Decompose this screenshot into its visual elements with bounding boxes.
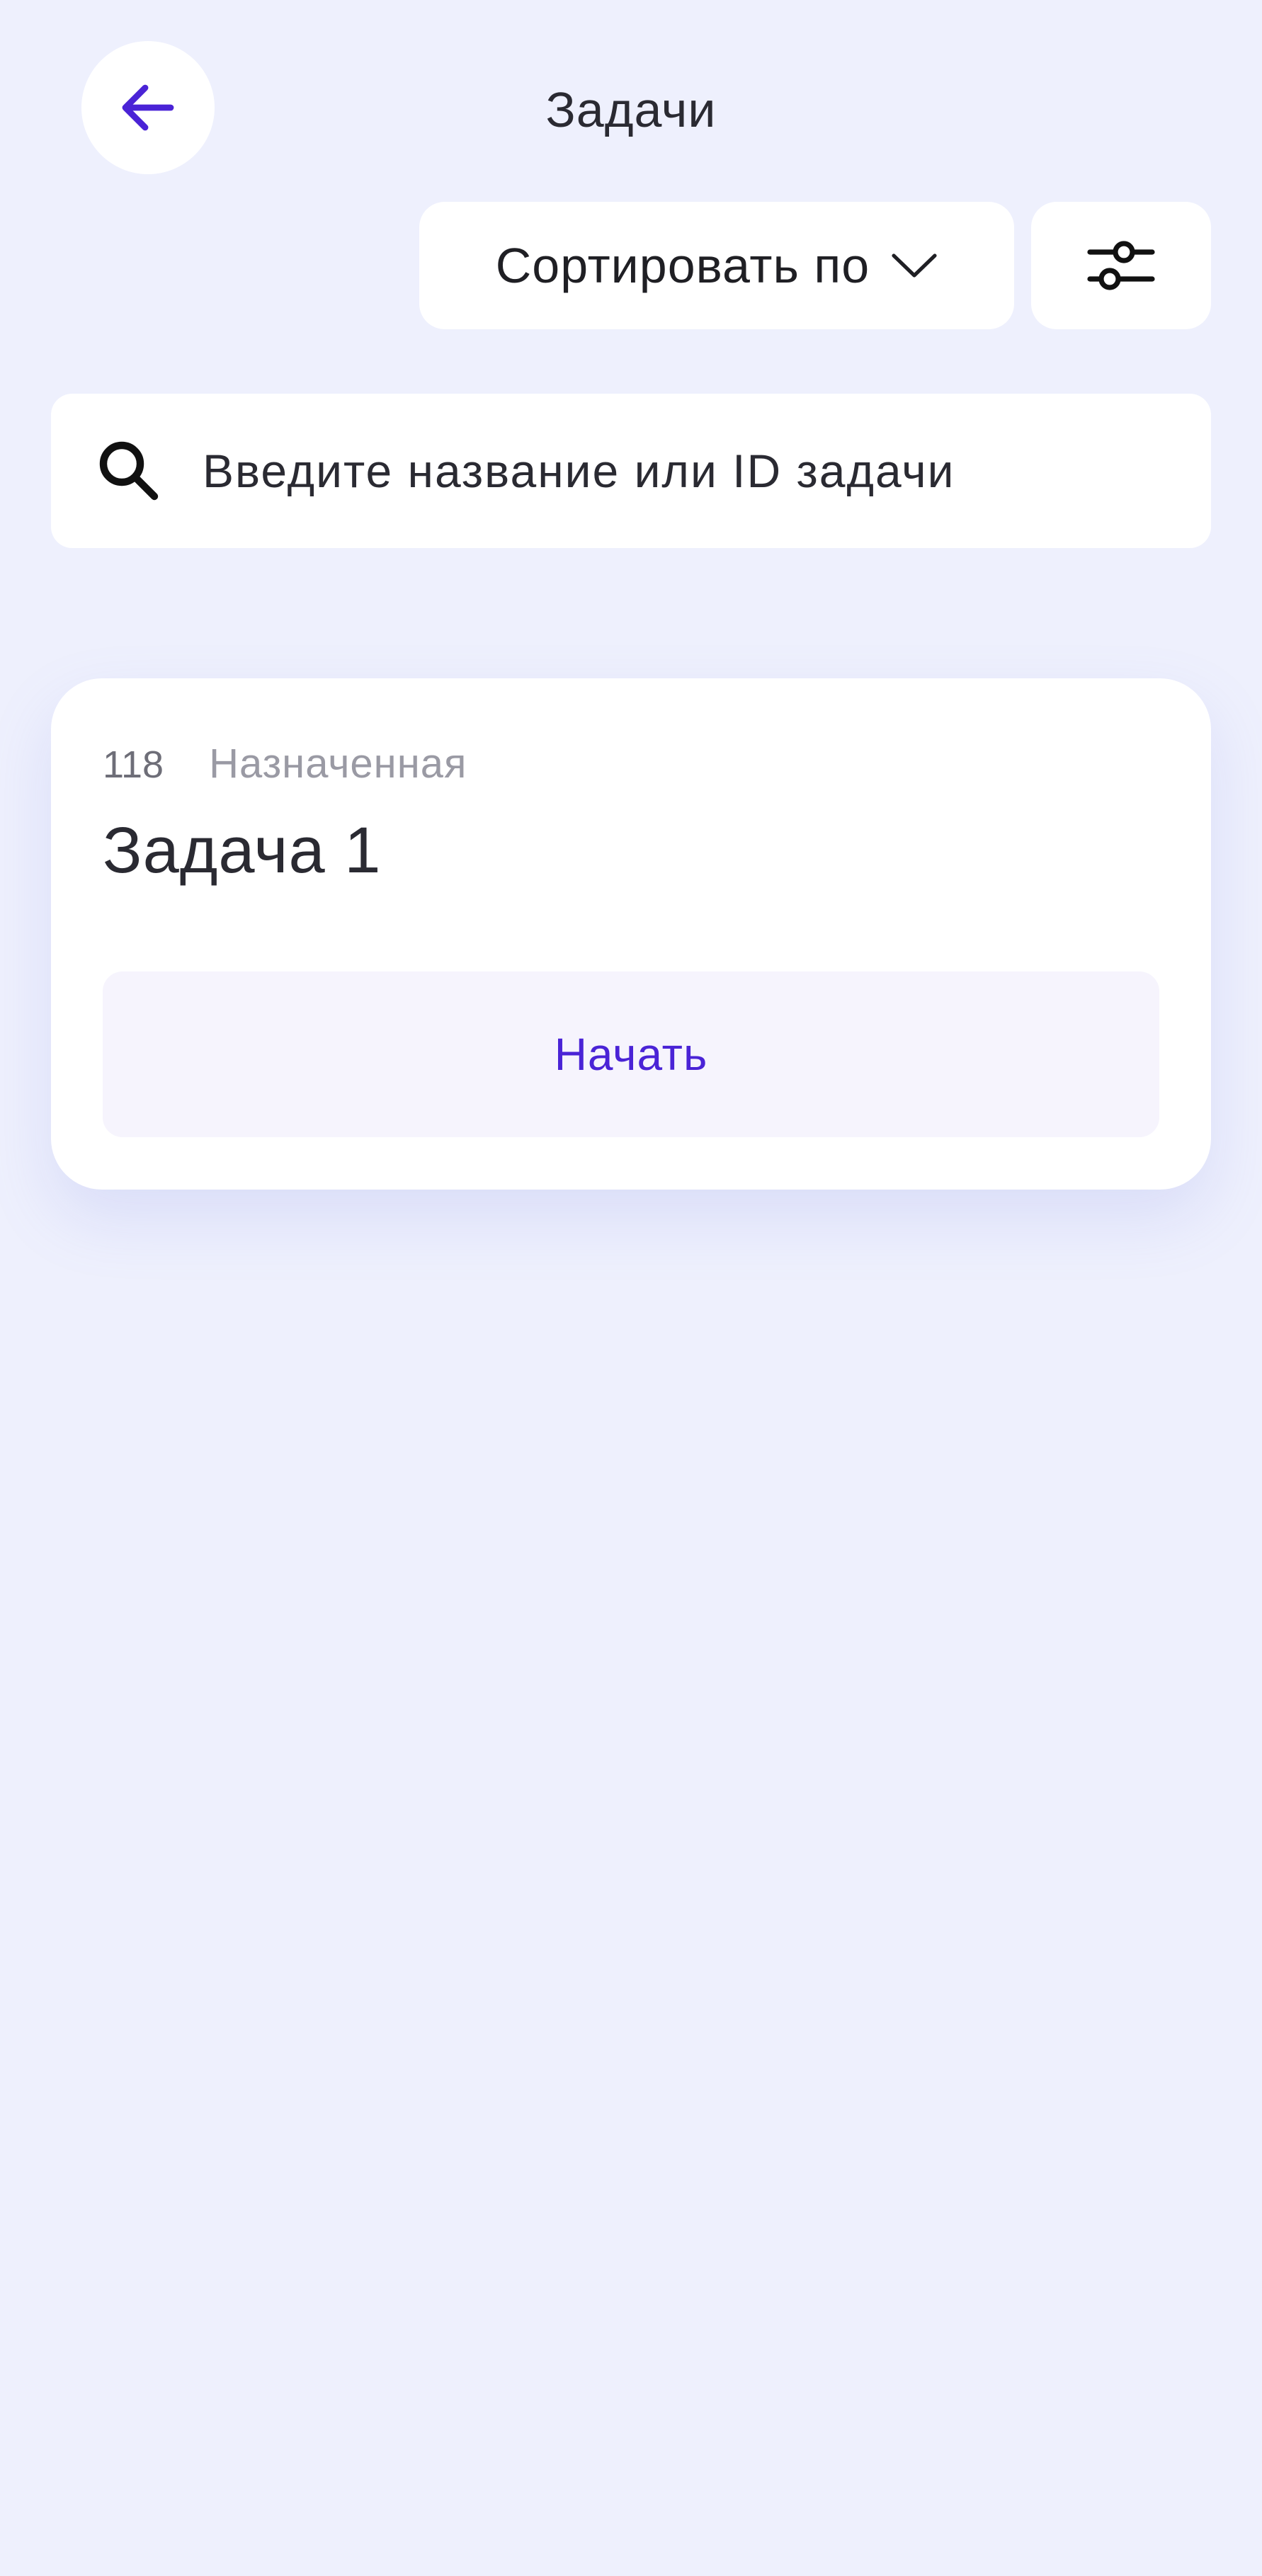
sort-button-label: Сортировать по <box>495 238 870 293</box>
task-card: 118 Назначенная Задача 1 Начать <box>51 678 1211 1190</box>
filter-button[interactable] <box>1031 202 1211 329</box>
task-id: 118 <box>103 743 164 786</box>
task-meta: 118 Назначенная <box>103 739 467 790</box>
search-icon <box>99 441 159 501</box>
search-bar[interactable] <box>51 394 1211 548</box>
task-status: Назначенная <box>209 741 467 787</box>
search-input[interactable] <box>203 444 1123 498</box>
sort-button[interactable]: Сортировать по <box>419 202 1014 329</box>
task-title: Задача 1 <box>103 814 382 887</box>
sliders-icon <box>1087 241 1155 290</box>
page-title: Задачи <box>545 82 717 137</box>
chevron-down-icon <box>892 253 937 278</box>
start-task-button[interactable]: Начать <box>103 971 1159 1137</box>
